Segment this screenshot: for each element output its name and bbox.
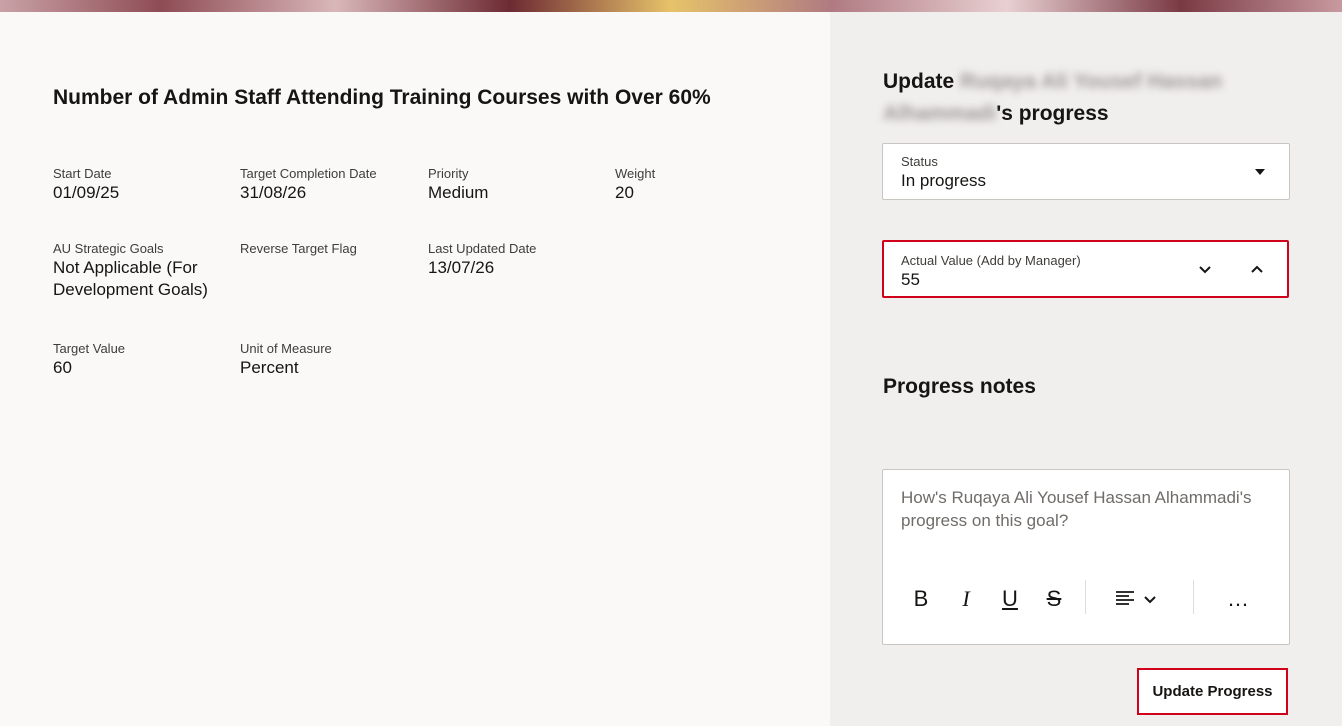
field-au-strategic-goals: AU Strategic Goals Not Applicable (For D… bbox=[53, 240, 218, 301]
field-reverse-target-flag: Reverse Target Flag bbox=[240, 240, 410, 257]
align-dropdown-button[interactable] bbox=[1111, 584, 1167, 614]
more-options-button[interactable]: … bbox=[1223, 584, 1253, 614]
toolbar-divider bbox=[1085, 580, 1086, 614]
increment-chevron-up-icon[interactable] bbox=[1246, 259, 1268, 281]
field-unit-of-measure: Unit of Measure Percent bbox=[240, 340, 410, 379]
italic-button[interactable]: I bbox=[954, 584, 978, 614]
progress-notes-textarea[interactable] bbox=[901, 486, 1273, 546]
field-weight: Weight 20 bbox=[615, 165, 785, 204]
toolbar-divider bbox=[1193, 580, 1194, 614]
field-value: 01/09/25 bbox=[53, 183, 120, 202]
field-label: Priority bbox=[428, 166, 469, 181]
field-value: 60 bbox=[53, 358, 72, 377]
status-value: In progress bbox=[901, 171, 987, 190]
field-start-date: Start Date 01/09/25 bbox=[53, 165, 223, 204]
actual-value-input[interactable]: Actual Value (Add by Manager) 55 bbox=[882, 240, 1289, 298]
update-progress-title: Update Ruqaya Ali Yousef Hassan Alhammad… bbox=[883, 66, 1283, 130]
field-label: Start Date bbox=[53, 166, 112, 181]
field-priority: Priority Medium bbox=[428, 165, 598, 204]
field-label: Target Completion Date bbox=[240, 166, 377, 181]
field-label: Weight bbox=[615, 166, 656, 181]
decrement-chevron-down-icon[interactable] bbox=[1194, 259, 1216, 281]
header-banner bbox=[0, 0, 1342, 12]
field-value: 31/08/26 bbox=[240, 183, 307, 202]
bold-button[interactable]: B bbox=[909, 584, 933, 614]
field-label: Last Updated Date bbox=[428, 241, 537, 256]
field-label: Reverse Target Flag bbox=[240, 241, 357, 256]
actual-value-value[interactable]: 55 bbox=[901, 270, 920, 290]
field-label: Target Value bbox=[53, 341, 126, 356]
caret-down-icon[interactable] bbox=[1255, 169, 1265, 175]
underline-button[interactable]: U bbox=[998, 584, 1022, 614]
title-prefix: Update bbox=[883, 70, 955, 93]
progress-notes-heading: Progress notes bbox=[883, 375, 1036, 398]
update-progress-button[interactable]: Update Progress bbox=[1137, 668, 1288, 715]
field-label: AU Strategic Goals bbox=[53, 241, 164, 256]
progress-notes-editor[interactable]: B I U S … bbox=[882, 469, 1290, 645]
field-target-completion-date: Target Completion Date 31/08/26 bbox=[240, 165, 380, 204]
title-suffix: 's progress bbox=[996, 102, 1109, 125]
goal-title: Number of Admin Staff Attending Training… bbox=[53, 86, 711, 109]
field-value: Not Applicable (For Development Goals) bbox=[53, 258, 208, 299]
field-value: Percent bbox=[240, 358, 299, 377]
field-target-value: Target Value 60 bbox=[53, 340, 223, 379]
strikethrough-button[interactable]: S bbox=[1042, 584, 1066, 614]
status-select[interactable]: Status In progress bbox=[882, 143, 1290, 200]
field-last-updated-date: Last Updated Date 13/07/26 bbox=[428, 240, 598, 279]
actual-value-label: Actual Value (Add by Manager) bbox=[901, 253, 1081, 268]
field-label: Unit of Measure bbox=[240, 341, 332, 356]
status-label: Status bbox=[901, 154, 938, 169]
align-left-icon bbox=[1116, 591, 1156, 605]
field-value: Medium bbox=[428, 183, 489, 202]
field-value: 13/07/26 bbox=[428, 258, 495, 277]
field-value: 20 bbox=[615, 183, 634, 202]
